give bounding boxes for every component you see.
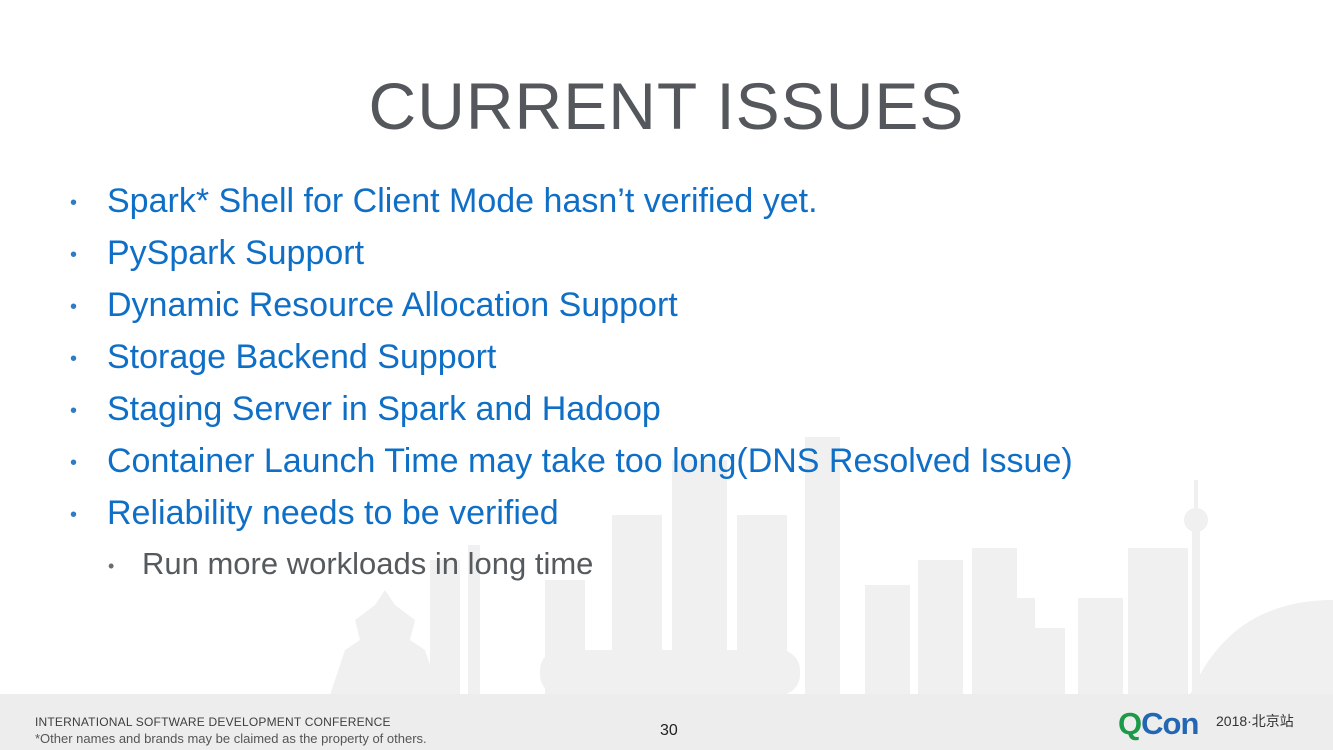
page-number: 30 — [660, 722, 678, 739]
conference-name: INTERNATIONAL SOFTWARE DEVELOPMENT CONFE… — [35, 715, 391, 729]
bullet-dot-icon: • — [70, 296, 78, 318]
bullet-text: PySpark Support — [107, 234, 365, 272]
bullet-text: Staging Server in Spark and Hadoop — [107, 390, 661, 428]
bullet-dot-icon: • — [70, 244, 78, 266]
qcon-logo-subtitle: 2018·北京站 — [1216, 713, 1294, 729]
bullet-text: Dynamic Resource Allocation Support — [107, 286, 678, 324]
slide-title: CURRENT ISSUES — [368, 69, 965, 143]
qcon-logo: QCon — [1118, 706, 1199, 741]
bullet-dot-icon: • — [70, 348, 78, 370]
bullet-dot-icon: • — [70, 192, 78, 214]
disclaimer-note: *Other names and brands may be claimed a… — [35, 731, 427, 746]
bullet-dot-icon: • — [70, 504, 78, 526]
bullet-text: Reliability needs to be verified — [107, 494, 559, 532]
bullet-text: Storage Backend Support — [107, 338, 497, 376]
footer-bar: INTERNATIONAL SOFTWARE DEVELOPMENT CONFE… — [0, 694, 1333, 750]
sub-bullet-dot-icon: • — [108, 556, 115, 576]
bullet-text: Spark* Shell for Client Mode hasn’t veri… — [107, 182, 818, 220]
sub-bullet-text: Run more workloads in long time — [142, 546, 594, 581]
bullet-text: Container Launch Time may take too long(… — [107, 442, 1073, 480]
bullet-dot-icon: • — [70, 452, 78, 474]
bullet-dot-icon: • — [70, 400, 78, 422]
